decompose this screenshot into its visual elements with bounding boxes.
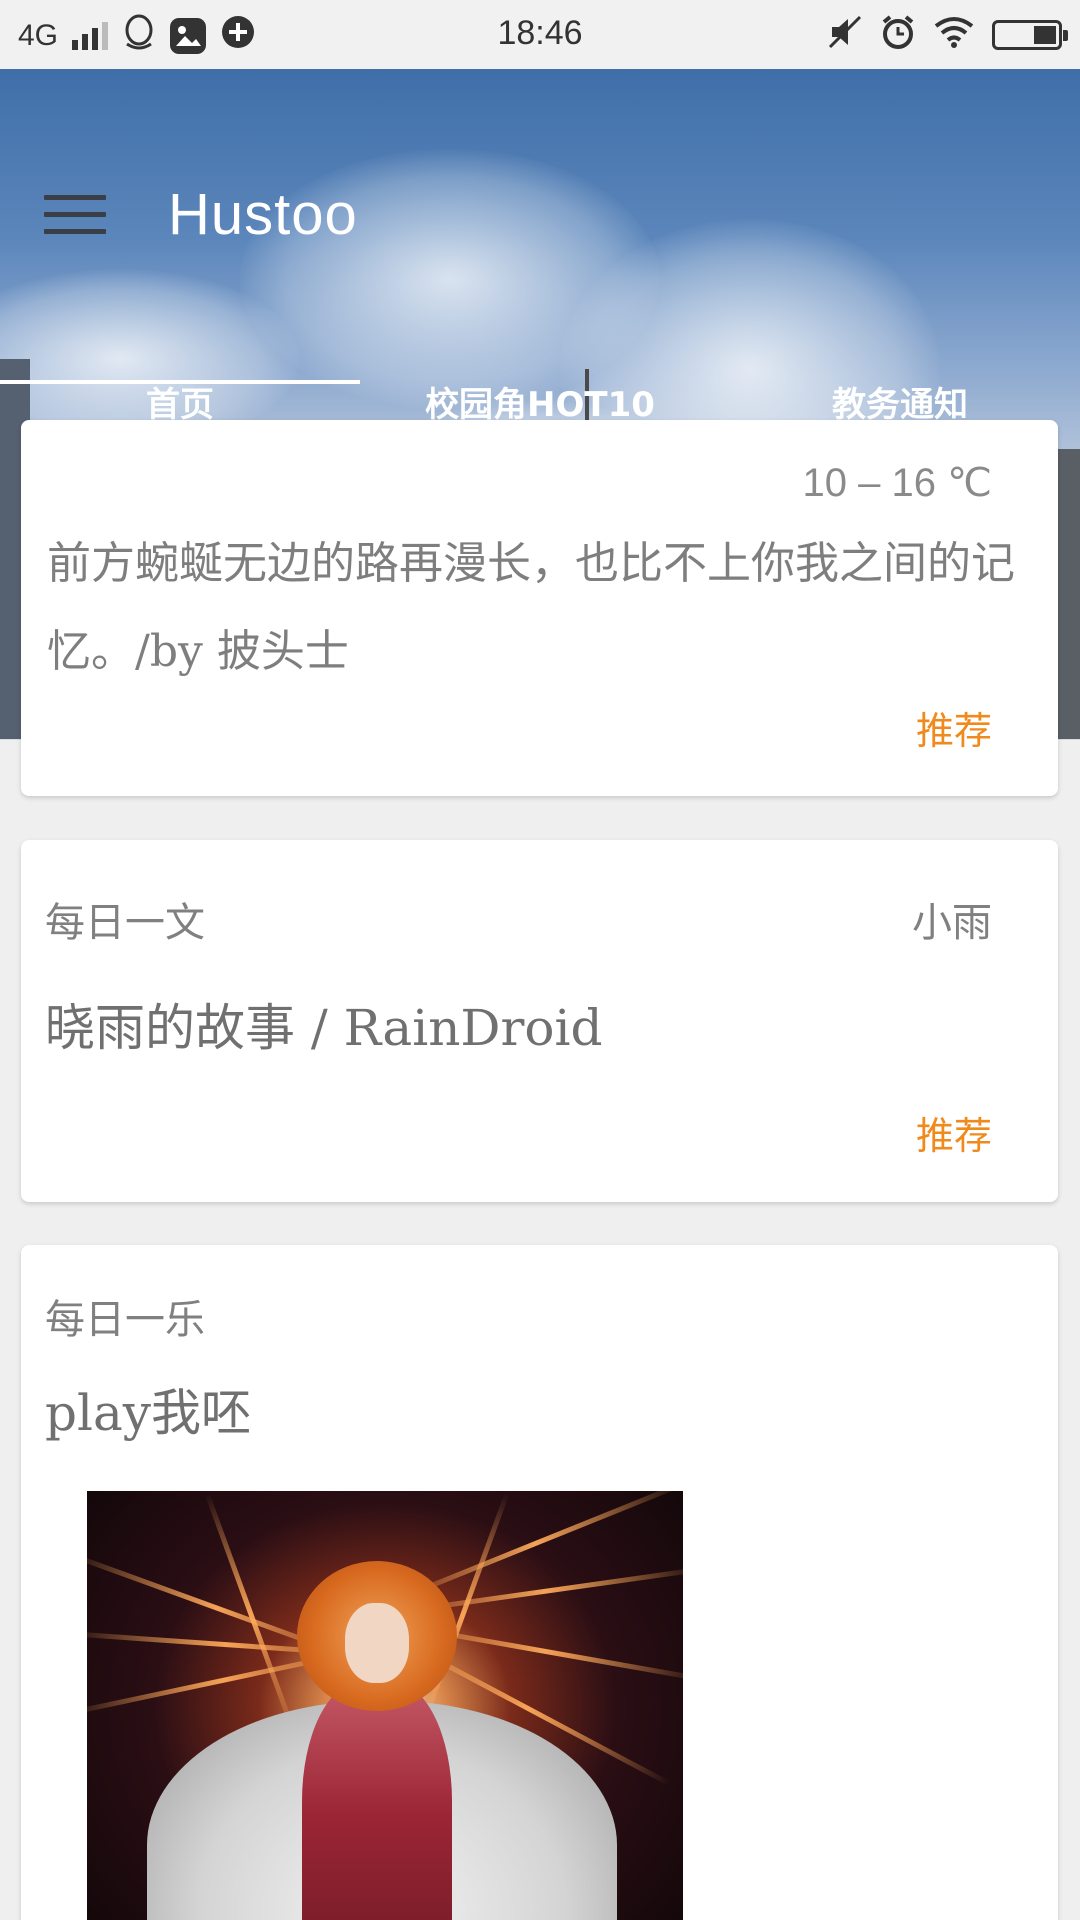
figure-body (302, 1681, 452, 1920)
section-label: 每日一文 (45, 900, 205, 946)
wifi-icon (934, 16, 974, 53)
daily-music-card[interactable]: 每日一乐 play我呸 (21, 1245, 1058, 1920)
battery-icon (992, 19, 1068, 50)
menu-button[interactable] (44, 195, 106, 235)
light-streak (204, 1492, 299, 1739)
alarm-icon (880, 14, 916, 55)
weather-quote-card: 10 – 16 ℃ 前方蜿蜒无边的路再漫长，也比不上你我之间的记忆。/by 披头… (21, 420, 1058, 796)
temperature-range: 10 – 16 ℃ (802, 461, 993, 505)
music-title[interactable]: play我呸 (45, 1373, 251, 1445)
figure-face (345, 1603, 409, 1683)
article-author: 小雨 (912, 900, 992, 946)
recommend-button[interactable]: 推荐 (916, 700, 992, 755)
status-right (828, 14, 1068, 55)
daily-article-card[interactable]: 每日一文 小雨 晓雨的故事 / RainDroid 推荐 (21, 840, 1058, 1202)
article-title[interactable]: 晓雨的故事 / RainDroid (45, 988, 603, 1060)
status-bar: 4G 18:46 (0, 0, 1080, 69)
daily-quote: 前方蜿蜒无边的路再漫长，也比不上你我之间的记忆。/by 披头士 (47, 538, 1015, 677)
mute-icon (828, 15, 862, 54)
album-cover-image[interactable] (87, 1491, 683, 1920)
tab-indicator (0, 380, 360, 384)
section-label: 每日一乐 (45, 1297, 205, 1343)
app-title: Hustoo (168, 182, 358, 247)
screen: 4G 18:46 Hustoo 首页 校园角HOT10 教务通知 10 – 16… (0, 0, 1080, 1920)
recommend-button[interactable]: 推荐 (916, 1105, 992, 1160)
